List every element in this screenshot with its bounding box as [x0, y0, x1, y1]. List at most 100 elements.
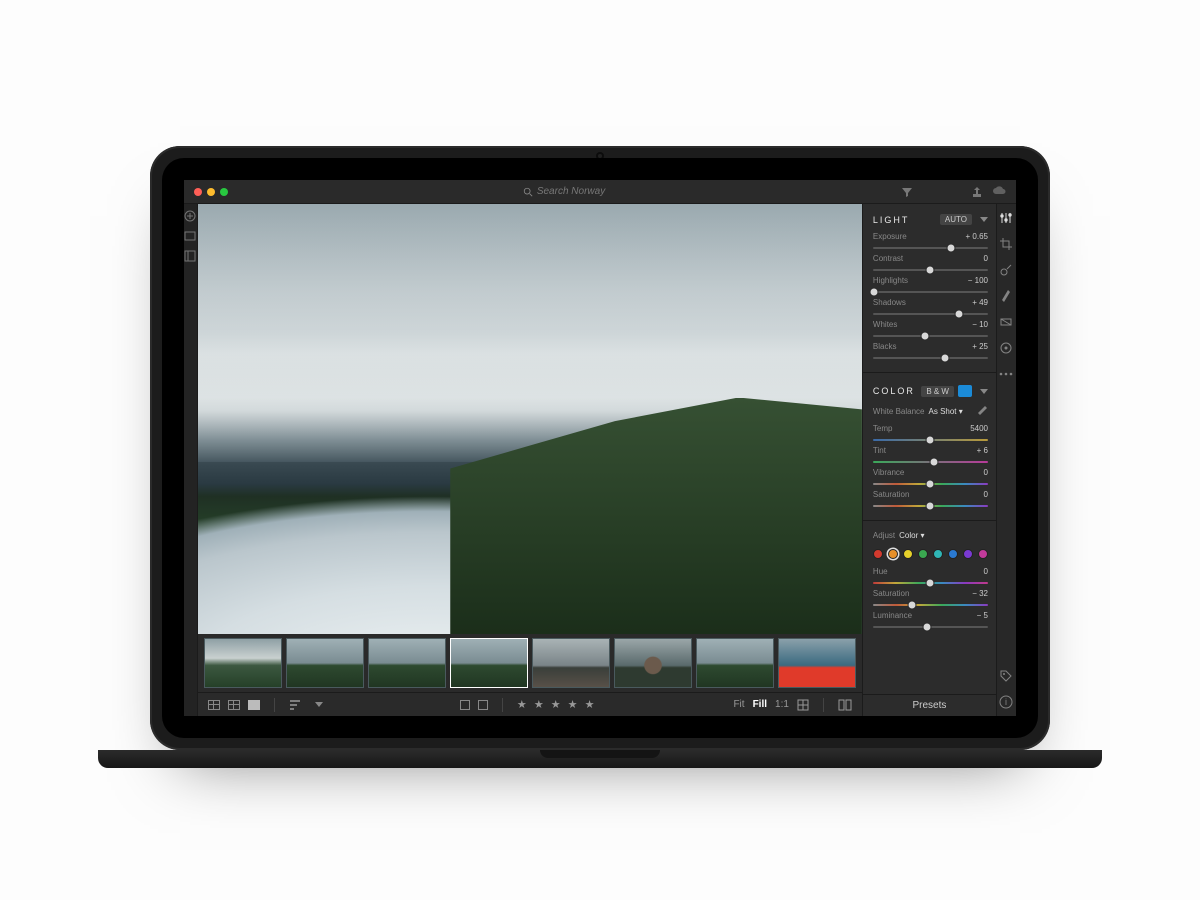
brush-icon[interactable] — [998, 288, 1014, 304]
zoom-1to1[interactable]: 1:1 — [775, 699, 789, 710]
color-swatch[interactable] — [888, 549, 898, 559]
zoom-fill[interactable]: Fill — [753, 699, 767, 710]
before-after-icon[interactable] — [838, 699, 852, 711]
heal-brush-icon[interactable] — [998, 262, 1014, 278]
color-section-toggle-icon[interactable] — [980, 389, 988, 394]
filmstrip-thumb[interactable] — [450, 638, 528, 688]
collapse-icon[interactable] — [184, 250, 196, 262]
linear-gradient-icon[interactable] — [998, 314, 1014, 330]
search-field[interactable]: Search Norway — [523, 186, 605, 197]
tag-icon[interactable] — [998, 668, 1014, 684]
color-swatch[interactable] — [873, 549, 883, 559]
window-close-icon[interactable] — [194, 188, 202, 196]
compare-view-icon[interactable] — [228, 700, 240, 710]
search-placeholder: Search Norway — [537, 186, 605, 197]
info-icon[interactable]: i — [998, 694, 1014, 710]
slider-track[interactable] — [873, 435, 988, 445]
slider-track[interactable] — [873, 578, 988, 588]
slider-temp: Temp5400 — [873, 424, 988, 445]
slider-contrast: Contrast0 — [873, 254, 988, 275]
filmstrip-thumb[interactable] — [696, 638, 774, 688]
slider-highlights: Highlights− 100 — [873, 276, 988, 297]
slider-saturation: Saturation− 32 — [873, 589, 988, 610]
crop-icon[interactable] — [998, 236, 1014, 252]
slider-track[interactable] — [873, 309, 988, 319]
laptop-frame: Search Norway — [150, 146, 1050, 750]
edit-sliders-icon[interactable] — [998, 210, 1014, 226]
color-mixer-swatches — [873, 549, 988, 559]
slider-tint: Tint+ 6 — [873, 446, 988, 467]
adjust-dropdown[interactable]: Color ▾ — [899, 531, 924, 540]
white-balance-dropdown[interactable]: As Shot ▾ — [929, 407, 963, 416]
slider-track[interactable] — [873, 265, 988, 275]
flag-pick-icon[interactable] — [460, 700, 470, 710]
filmstrip — [198, 634, 862, 692]
detail-view-icon[interactable] — [248, 700, 260, 710]
svg-text:i: i — [1005, 697, 1007, 707]
grid-view-icon[interactable] — [208, 700, 220, 710]
auto-button[interactable]: AUTO — [940, 214, 972, 225]
presets-button[interactable]: Presets — [863, 694, 996, 716]
app-window: Search Norway — [184, 180, 1016, 716]
color-swatch[interactable] — [933, 549, 943, 559]
slider-exposure: Exposure+ 0.65 — [873, 232, 988, 253]
color-swatch[interactable] — [903, 549, 913, 559]
filmstrip-thumb[interactable] — [204, 638, 282, 688]
radial-gradient-icon[interactable] — [998, 340, 1014, 356]
slider-track[interactable] — [873, 243, 988, 253]
filter-icon[interactable] — [900, 185, 914, 199]
sort-menu-icon[interactable] — [315, 702, 323, 707]
slider-track[interactable] — [873, 457, 988, 467]
slider-track[interactable] — [873, 353, 988, 363]
color-swatch[interactable] — [948, 549, 958, 559]
window-minimize-icon[interactable] — [207, 188, 215, 196]
color-section-title: COLOR — [873, 386, 915, 396]
filmstrip-thumb[interactable] — [778, 638, 856, 688]
slider-track[interactable] — [873, 287, 988, 297]
rating-stars[interactable]: ★ ★ ★ ★ ★ — [517, 698, 597, 711]
slider-shadows: Shadows+ 49 — [873, 298, 988, 319]
laptop-base — [98, 750, 1102, 768]
filmstrip-thumb[interactable] — [614, 638, 692, 688]
filmstrip-thumb[interactable] — [368, 638, 446, 688]
add-photos-icon[interactable] — [184, 210, 196, 222]
bottom-bar: ★ ★ ★ ★ ★ Fit Fill 1:1 — [198, 692, 862, 716]
share-icon[interactable] — [970, 185, 984, 199]
adjust-label: Adjust — [873, 531, 895, 540]
left-rail — [184, 204, 198, 716]
search-icon — [523, 187, 533, 197]
window-toolbar: Search Norway — [184, 180, 1016, 204]
slider-track[interactable] — [873, 501, 988, 511]
edit-panel: LIGHT AUTO Exposure+ 0.65Contrast0Highli… — [862, 204, 996, 716]
slider-track[interactable] — [873, 622, 988, 632]
filmstrip-thumb[interactable] — [286, 638, 364, 688]
slider-track[interactable] — [873, 479, 988, 489]
slider-luminance: Luminance− 5 — [873, 611, 988, 632]
photo-canvas[interactable] — [198, 204, 862, 634]
more-icon[interactable] — [998, 366, 1014, 382]
slider-track[interactable] — [873, 331, 988, 341]
slider-hue: Hue0 — [873, 567, 988, 588]
zoom-grid-icon[interactable] — [797, 699, 809, 711]
sort-icon[interactable] — [289, 700, 303, 710]
zoom-fit[interactable]: Fit — [733, 699, 744, 710]
color-profile-icon[interactable] — [958, 385, 972, 397]
filmstrip-thumb[interactable] — [532, 638, 610, 688]
window-zoom-icon[interactable] — [220, 188, 228, 196]
color-swatch[interactable] — [918, 549, 928, 559]
bw-button[interactable]: B & W — [921, 386, 954, 397]
slider-blacks: Blacks+ 25 — [873, 342, 988, 363]
slider-vibrance: Vibrance0 — [873, 468, 988, 489]
color-swatch[interactable] — [978, 549, 988, 559]
slider-whites: Whites− 10 — [873, 320, 988, 341]
light-section-title: LIGHT — [873, 215, 910, 225]
slider-track[interactable] — [873, 600, 988, 610]
light-section-toggle-icon[interactable] — [980, 217, 988, 222]
slider-saturation: Saturation0 — [873, 490, 988, 511]
flag-reject-icon[interactable] — [478, 700, 488, 710]
tool-rail: i — [996, 204, 1016, 716]
library-icon[interactable] — [184, 230, 196, 242]
color-swatch[interactable] — [963, 549, 973, 559]
cloud-sync-icon[interactable] — [992, 185, 1006, 199]
eyedropper-icon[interactable] — [976, 405, 988, 417]
